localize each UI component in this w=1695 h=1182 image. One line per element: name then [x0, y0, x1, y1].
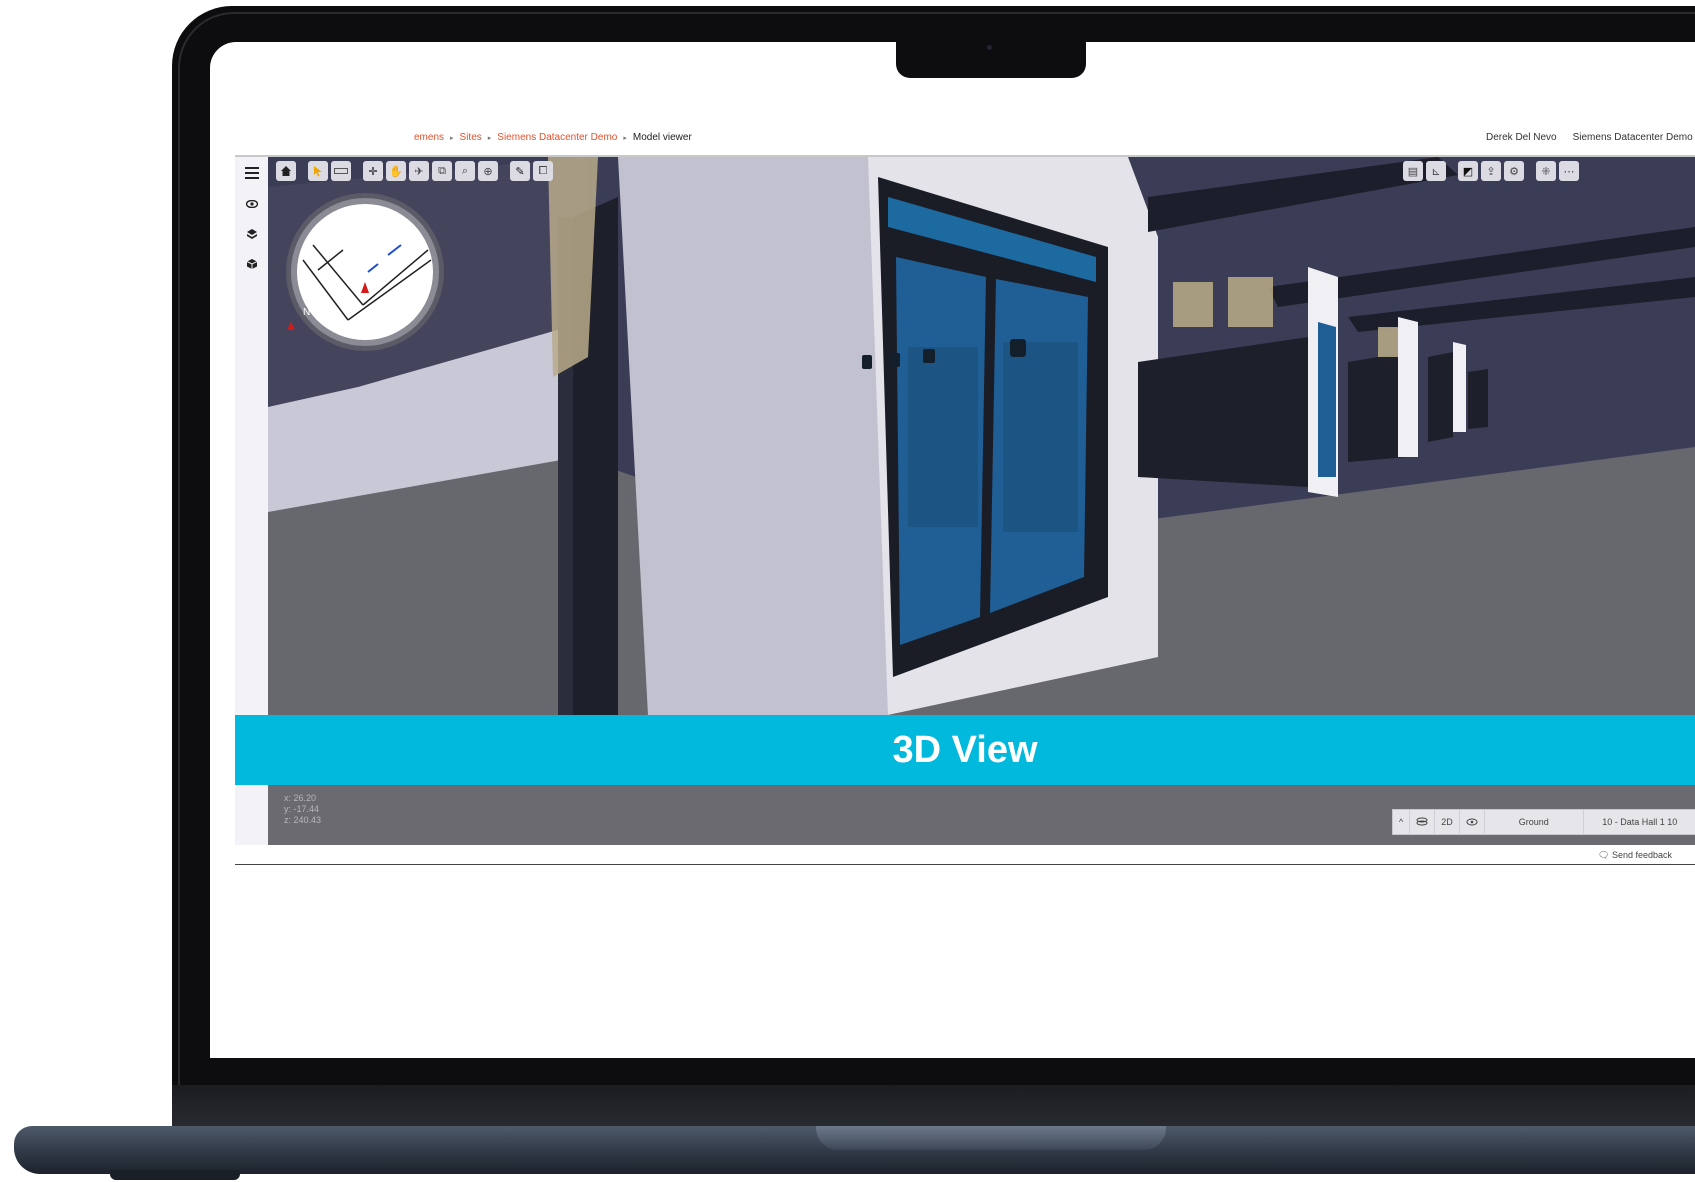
fly-icon[interactable]: ✈ [409, 161, 429, 181]
pan-icon[interactable]: ✛ [363, 161, 383, 181]
send-feedback-link[interactable]: 🗨 Send feedback [1598, 850, 1672, 861]
breadcrumb-item-project[interactable]: Siemens Datacenter Demo [497, 132, 617, 143]
page-divider [235, 864, 1695, 865]
settings-icon[interactable]: ⚙ [1504, 161, 1524, 181]
viewer-toolbar-right: ▤ ⊾ ◩ ⇪ ⚙ ⁜ ⋯ [1403, 161, 1579, 181]
camera-dot [987, 45, 992, 50]
banner-label: 3D View [892, 728, 1038, 771]
breadcrumb: emens ▸ Sites ▸ Siemens Datacenter Demo ▸ Mode… [414, 132, 692, 143]
home-icon[interactable] [276, 161, 296, 181]
coord-z: z: 240.43 [284, 815, 322, 825]
rack-label-marker[interactable] [890, 353, 900, 367]
breadcrumb-separator: ▸ [623, 135, 627, 142]
focus-icon[interactable]: ⊕ [478, 161, 498, 181]
feedback-label: Send feedback [1611, 850, 1672, 860]
rack-label-marker[interactable] [923, 349, 935, 363]
coordinates-readout: x: 26.20 y: -17.44 z: 240.43 [284, 793, 321, 826]
user-name[interactable]: Derek Del Nevo [1486, 132, 1557, 143]
level-from-select[interactable]: Ground [1485, 810, 1584, 834]
rack-label-marker[interactable] [1010, 339, 1026, 357]
section-icon[interactable]: ⧉ [432, 161, 452, 181]
coord-y: y: -17.44 [284, 804, 320, 814]
level-selector: ^ 2D Ground 10 - Data Hall 1 10 [1392, 809, 1695, 835]
user-bar: Derek Del Nevo Siemens Datacenter Demo [1486, 132, 1695, 143]
breadcrumb-current: Model viewer [632, 132, 692, 143]
model-viewer-3d[interactable]: ✛ ✋ ✈ ⧉ ⌕ ⊕ ✎ ⧠ ▤ ⊾ ◩ ⇪ ⚙ ⁜ ⋯ N [268, 157, 1695, 715]
more-icon[interactable]: ⋯ [1559, 161, 1579, 181]
eye-icon[interactable] [243, 195, 261, 213]
cube-icon[interactable] [243, 255, 261, 273]
layers-icon[interactable] [243, 225, 261, 243]
laptop-base-notch [816, 1126, 1166, 1150]
project-name[interactable]: Siemens Datacenter Demo [1573, 132, 1693, 143]
compass-north-label: N [303, 307, 310, 318]
viewer-toolbar-left: ✛ ✋ ✈ ⧉ ⌕ ⊕ ✎ ⧠ [276, 161, 553, 181]
select-icon[interactable] [308, 161, 328, 181]
collapse-button[interactable]: ^ [1393, 810, 1411, 834]
breadcrumb-separator: ▸ [487, 135, 492, 142]
breadcrumb-separator: ▸ [450, 135, 454, 142]
markup-icon[interactable]: ✎ [510, 161, 530, 181]
walk-icon[interactable]: ✋ [386, 161, 406, 181]
level-to-select[interactable]: 10 - Data Hall 1 10 [1584, 810, 1695, 834]
breadcrumb-item-root[interactable]: emens [414, 132, 444, 143]
layer-stack-icon[interactable] [1410, 810, 1436, 834]
feedback-icon: 🗨 [1598, 850, 1610, 860]
eye-layer-icon[interactable] [1460, 810, 1485, 834]
clipboard-icon[interactable]: ▤ [1403, 161, 1423, 181]
rack-label-marker[interactable] [862, 355, 872, 369]
scene-render [268, 157, 1695, 715]
measure-icon[interactable] [331, 161, 351, 181]
share-icon[interactable]: ⇪ [1481, 161, 1501, 181]
mode-2d-button[interactable]: 2D [1435, 810, 1460, 834]
coord-x: x: 26.20 [284, 793, 317, 803]
menu-icon[interactable] [243, 164, 261, 182]
view-mode-banner: 3D View [235, 715, 1695, 785]
clip-icon[interactable]: ⧠ [533, 161, 553, 181]
laptop-foot [110, 1170, 240, 1180]
object-icon[interactable]: ◩ [1458, 161, 1478, 181]
laptop-chin [172, 1085, 1695, 1131]
zoom-icon[interactable]: ⌕ [455, 161, 475, 181]
breadcrumb-item-sites[interactable]: Sites [460, 132, 482, 143]
compass-minimap[interactable]: N [283, 190, 448, 355]
explode-icon[interactable]: ⁜ [1536, 161, 1556, 181]
chart-icon[interactable]: ⊾ [1426, 161, 1446, 181]
